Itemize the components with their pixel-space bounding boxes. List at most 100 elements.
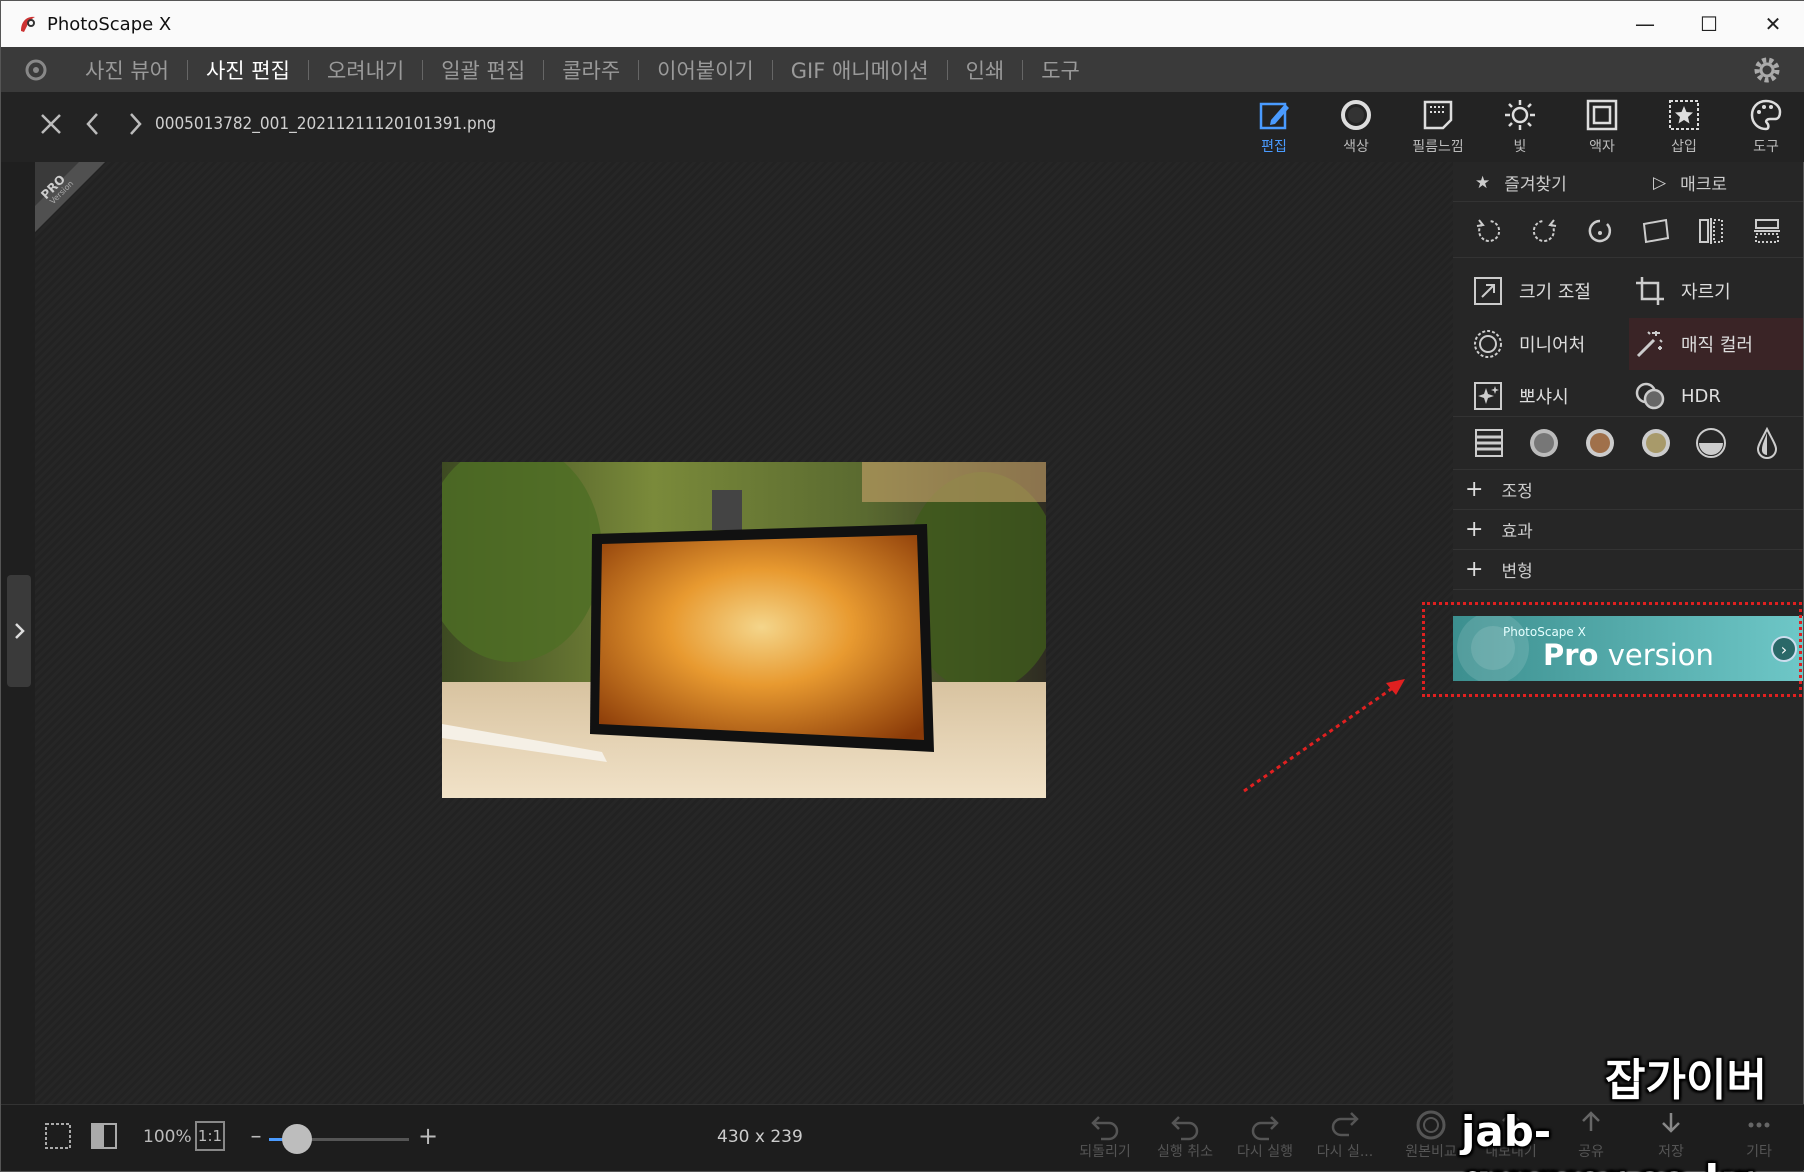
edit-toolbar: 0005013782_001_20211211120101391.png 편집 … — [1, 92, 1804, 162]
bloom-label: 뽀샤시 — [1519, 387, 1569, 408]
revert-button[interactable]: 되돌리기 — [1065, 1109, 1145, 1169]
image-dimensions: 430 x 239 — [717, 1127, 803, 1147]
macro-button[interactable]: ▷ 매크로 — [1653, 170, 1727, 196]
hdr-icon — [1633, 379, 1667, 413]
section-effects-label: 효과 — [1501, 522, 1533, 542]
magic-wand-icon — [1633, 327, 1667, 361]
tab-insert[interactable]: 삽입 — [1643, 92, 1725, 162]
redo-button[interactable]: 다시 실행 — [1225, 1109, 1305, 1169]
resize-tool[interactable]: 크기 조절 — [1471, 268, 1591, 314]
miniature-icon — [1471, 327, 1505, 361]
star-icon: ★ — [1475, 172, 1491, 193]
redo-label: 다시 실행 — [1237, 1144, 1293, 1160]
drop-icon[interactable] — [1749, 425, 1785, 461]
tab-frame-label: 액자 — [1589, 139, 1615, 155]
list-lines-icon[interactable] — [1471, 425, 1507, 461]
section-transform-label: 변형 — [1501, 562, 1533, 582]
menu-cutout[interactable]: 오려내기 — [309, 47, 422, 92]
section-adjust[interactable]: + 조정 — [1453, 470, 1803, 510]
pro-version-corner-badge[interactable]: PRO Version — [35, 162, 105, 232]
flip-vertical-icon[interactable] — [1749, 213, 1785, 249]
annotation-highlight-box — [1422, 602, 1802, 697]
minimize-button[interactable]: — — [1613, 1, 1677, 47]
tab-color[interactable]: 색상 — [1315, 92, 1397, 162]
tab-tools[interactable]: 도구 — [1725, 92, 1804, 162]
zoom-slider-handle[interactable] — [282, 1124, 312, 1154]
redo-all-button[interactable]: 다시 실... — [1305, 1109, 1385, 1169]
hdr-tool[interactable]: HDR — [1633, 373, 1721, 419]
section-adjust-label: 조정 — [1501, 482, 1533, 502]
bloom-tool[interactable]: 뽀샤시 — [1471, 373, 1569, 419]
insert-star-icon — [1669, 100, 1699, 130]
magic-color-label: 매직 컬러 — [1681, 335, 1753, 356]
close-window-button[interactable]: ✕ — [1741, 1, 1804, 47]
menu-tools[interactable]: 도구 — [1023, 47, 1098, 92]
next-arrow-icon[interactable] — [121, 110, 149, 138]
section-transform[interactable]: + 변형 — [1453, 550, 1803, 590]
menu-print[interactable]: 인쇄 — [948, 47, 1023, 92]
undo-label: 실행 취소 — [1157, 1144, 1213, 1160]
resize-icon — [1471, 274, 1505, 308]
zoom-in-icon[interactable]: + — [411, 1119, 445, 1153]
redo-all-icon — [1331, 1112, 1359, 1137]
edited-photo — [442, 462, 1046, 798]
compare-split-icon[interactable] — [87, 1119, 121, 1153]
tab-edit-label: 편집 — [1261, 139, 1287, 155]
play-icon: ▷ — [1653, 172, 1667, 193]
tab-edit[interactable]: 편집 — [1233, 92, 1315, 162]
half-tone-icon[interactable] — [1693, 425, 1729, 461]
undo-button[interactable]: 실행 취소 — [1145, 1109, 1225, 1169]
rotate-free-icon[interactable] — [1582, 213, 1618, 249]
tab-frame[interactable]: 액자 — [1561, 92, 1643, 162]
undo-icon — [1171, 1116, 1199, 1141]
section-effects[interactable]: + 효과 — [1453, 510, 1803, 550]
compare-icon — [1416, 1110, 1446, 1140]
app-logo-icon — [21, 16, 35, 32]
magic-color-tool[interactable]: 매직 컬러 — [1633, 321, 1753, 367]
tab-light[interactable]: 빛 — [1479, 92, 1561, 162]
home-icon[interactable] — [21, 55, 51, 85]
straighten-icon[interactable] — [1638, 213, 1674, 249]
crop-tool[interactable]: 자르기 — [1633, 268, 1731, 314]
menu-gif-animation[interactable]: GIF 애니메이션 — [773, 47, 947, 92]
menu-collage[interactable]: 콜라주 — [544, 47, 638, 92]
rotate-left-icon[interactable] — [1471, 213, 1507, 249]
tab-film[interactable]: 필름느낌 — [1397, 92, 1479, 162]
close-icon[interactable] — [37, 110, 65, 138]
tab-light-label: 빛 — [1513, 139, 1527, 155]
settings-gear-icon[interactable] — [1751, 54, 1783, 86]
app-window: PhotoScape X — ☐ ✕ 사진 뷰어 사진 편집 오려내기 일괄 편… — [0, 0, 1804, 1172]
selection-grid-icon[interactable] — [41, 1119, 75, 1153]
menu-photo-edit[interactable]: 사진 편집 — [188, 47, 308, 92]
main-menu: 사진 뷰어 사진 편집 오려내기 일괄 편집 콜라주 이어붙이기 GIF 애니메… — [1, 47, 1804, 92]
tab-tools-label: 도구 — [1753, 139, 1779, 155]
plus-icon: + — [1465, 517, 1484, 542]
menu-batch-edit[interactable]: 일괄 편집 — [423, 47, 543, 92]
crop-icon — [1633, 274, 1667, 308]
watermark-url: jab-guyver.co.kr — [1461, 1107, 1753, 1172]
crop-label: 자르기 — [1681, 282, 1731, 303]
zoom-slider[interactable] — [269, 1124, 409, 1154]
compare-original-button[interactable]: 원본비교 — [1391, 1109, 1471, 1169]
menu-photo-viewer[interactable]: 사진 뷰어 — [67, 47, 187, 92]
compare-label: 원본비교 — [1405, 1144, 1457, 1160]
revert-label: 되돌리기 — [1079, 1144, 1131, 1160]
vintage-icon[interactable] — [1638, 425, 1674, 461]
favorites-button[interactable]: ★ 즐겨찾기 — [1475, 170, 1567, 196]
sepia-icon[interactable] — [1582, 425, 1618, 461]
favorites-label: 즐겨찾기 — [1504, 175, 1567, 195]
redo-icon — [1251, 1116, 1279, 1141]
actual-size-button[interactable]: 1:1 — [195, 1121, 225, 1151]
menu-combine[interactable]: 이어붙이기 — [639, 47, 772, 92]
tab-insert-label: 삽입 — [1671, 139, 1697, 155]
maximize-button[interactable]: ☐ — [1677, 1, 1741, 47]
miniature-tool[interactable]: 미니어처 — [1471, 321, 1585, 367]
grayscale-icon[interactable] — [1526, 425, 1562, 461]
zoom-level[interactable]: 100% — [143, 1127, 192, 1147]
left-panel-toggle[interactable] — [7, 575, 31, 687]
zoom-out-icon[interactable]: – — [239, 1119, 273, 1153]
revert-icon — [1091, 1116, 1119, 1141]
flip-horizontal-icon[interactable] — [1693, 213, 1729, 249]
previous-arrow-icon[interactable] — [79, 110, 107, 138]
rotate-right-icon[interactable] — [1526, 213, 1562, 249]
